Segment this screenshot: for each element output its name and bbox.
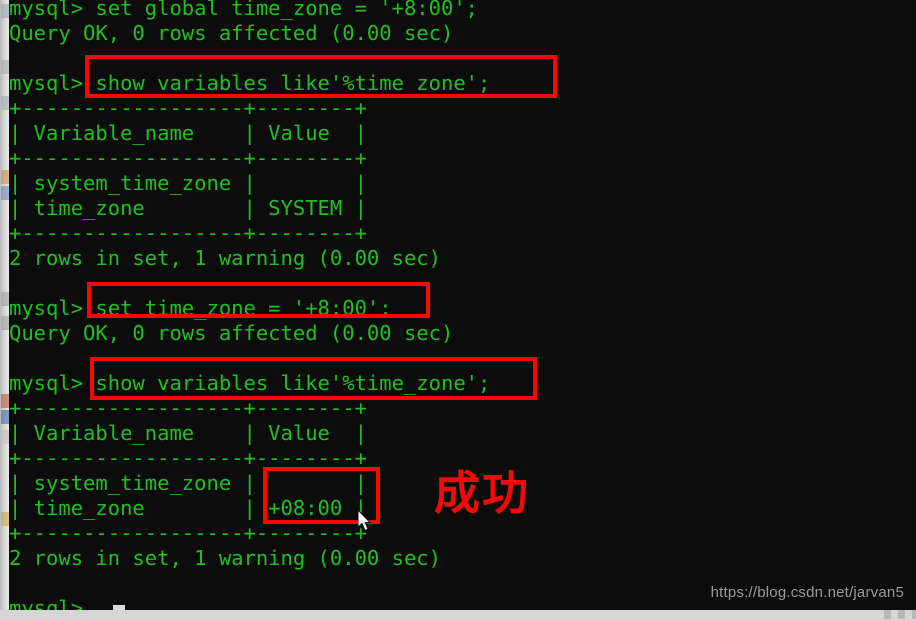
terminal-line: mysql> set time_zone = '+8:00'; — [9, 296, 392, 320]
annotation-success-text: 成功 — [434, 466, 530, 520]
terminal-line: mysql> set global time_zone = '+8:00'; — [9, 0, 478, 20]
watermark-url: https://blog.csdn.net/jarvan5 — [710, 584, 904, 601]
terminal-line: +------------------+--------+ — [9, 221, 367, 245]
terminal-line: | Variable_name | Value | — [9, 421, 367, 445]
terminal-line: +------------------+--------+ — [9, 521, 367, 545]
terminal-line: +------------------+--------+ — [9, 396, 367, 420]
terminal-line: | Variable_name | Value | — [9, 121, 367, 145]
terminal-line: Query OK, 0 rows affected (0.00 sec) — [9, 21, 454, 45]
terminal-line: | system_time_zone | | — [9, 171, 367, 195]
desktop-left-strip — [0, 0, 9, 620]
screenshot-root: mysql> set global time_zone = '+8:00'; Q… — [0, 0, 916, 620]
desktop-bottom-strip — [0, 610, 916, 620]
terminal-line: +------------------+--------+ — [9, 96, 367, 120]
terminal-line: 2 rows in set, 1 warning (0.00 sec) — [9, 246, 441, 270]
terminal-line: +------------------+--------+ — [9, 146, 367, 170]
terminal-line: Query OK, 0 rows affected (0.00 sec) — [9, 321, 454, 345]
terminal-line: | time_zone | SYSTEM | — [9, 196, 367, 220]
terminal-line: mysql> show variables like'%time_zone'; — [9, 71, 491, 95]
terminal-line: 2 rows in set, 1 warning (0.00 sec) — [9, 546, 441, 570]
terminal-line: mysql> show variables like'%time_zone'; — [9, 371, 491, 395]
